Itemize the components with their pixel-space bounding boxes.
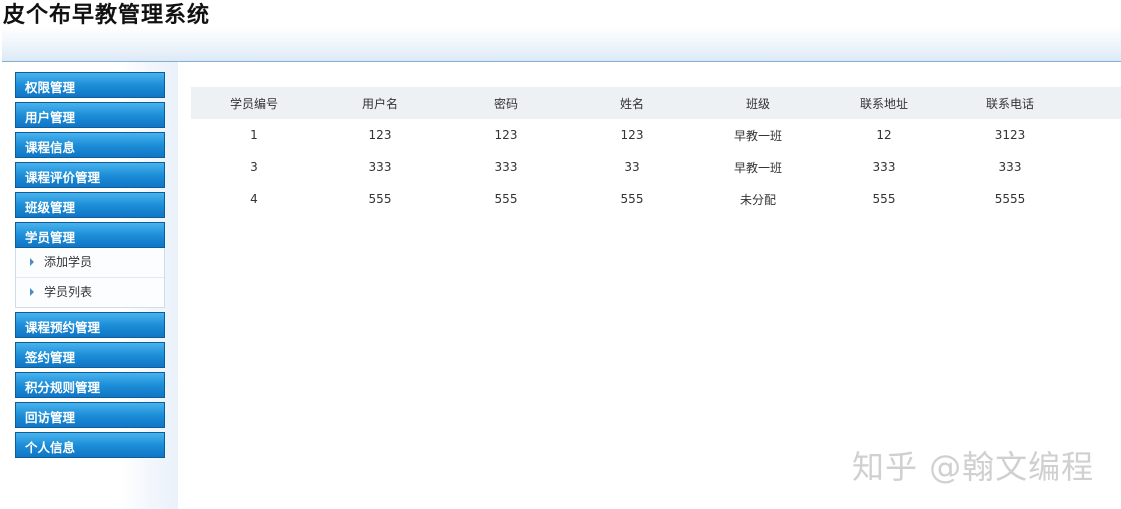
menu-course-review-management[interactable]: 课程评价管理: [15, 162, 165, 188]
cell-password: 333: [494, 160, 518, 174]
cell-class: 早教一班: [733, 128, 782, 143]
cell-address: 12: [876, 128, 892, 142]
cell-phone: 5555: [994, 192, 1026, 206]
column-header-spacer: [1073, 87, 1121, 119]
cell-address: 555: [872, 192, 896, 206]
cell-password: 555: [494, 192, 518, 206]
student-submenu: 添加学员 学员列表: [15, 248, 165, 308]
sidebar-menu: 权限管理 用户管理 课程信息 课程评价管理 班级管理 学员管理 添加学员 学员列…: [15, 72, 165, 462]
cell-name: 123: [620, 128, 644, 142]
header-band: [2, 26, 1121, 62]
table-row: 4 555 555 555 未分配 555 5555: [191, 183, 1121, 215]
menu-points-rules-management[interactable]: 积分规则管理: [15, 372, 165, 398]
caret-right-icon: [30, 257, 34, 266]
student-table-container: 学员编号 用户名 密码 姓名 班级 联系地址 联系电话 1 123 123 12…: [191, 87, 1121, 215]
submenu-add-student[interactable]: 添加学员: [16, 248, 164, 277]
cell-name: 555: [620, 192, 644, 206]
cell-class: 早教一班: [733, 160, 782, 175]
menu-contract-management[interactable]: 签约管理: [15, 342, 165, 368]
submenu-student-list[interactable]: 学员列表: [16, 277, 164, 307]
table-row: 3 333 333 33 早教一班 333 333: [191, 151, 1121, 183]
cell-student-id: 4: [250, 192, 258, 206]
cell-student-id: 1: [250, 128, 258, 142]
column-header-phone: 联系电话: [985, 96, 1034, 111]
menu-class-management[interactable]: 班级管理: [15, 192, 165, 218]
menu-follow-up-management[interactable]: 回访管理: [15, 402, 165, 428]
cell-spacer: [1073, 151, 1121, 183]
cell-phone: 333: [998, 160, 1022, 174]
caret-right-icon: [30, 287, 34, 296]
cell-name: 33: [624, 160, 640, 174]
menu-personal-info[interactable]: 个人信息: [15, 432, 165, 458]
menu-user-management[interactable]: 用户管理: [15, 102, 165, 128]
menu-course-booking-management[interactable]: 课程预约管理: [15, 312, 165, 338]
column-header-password: 密码: [493, 96, 518, 111]
submenu-label: 学员列表: [44, 285, 93, 299]
submenu-label: 添加学员: [44, 255, 93, 269]
column-header-class: 班级: [745, 96, 770, 111]
cell-username: 123: [368, 128, 392, 142]
column-header-username: 用户名: [361, 96, 398, 111]
column-header-address: 联系地址: [859, 96, 908, 111]
menu-permission-management[interactable]: 权限管理: [15, 72, 165, 98]
table-row: 1 123 123 123 早教一班 12 3123: [191, 119, 1121, 151]
column-header-student-id: 学员编号: [229, 96, 278, 111]
table-header-row: 学员编号 用户名 密码 姓名 班级 联系地址 联系电话: [191, 87, 1121, 119]
cell-address: 333: [872, 160, 896, 174]
cell-spacer: [1073, 119, 1121, 151]
cell-password: 123: [494, 128, 518, 142]
cell-username: 333: [368, 160, 392, 174]
cell-student-id: 3: [250, 160, 258, 174]
cell-spacer: [1073, 183, 1121, 215]
cell-class: 未分配: [739, 192, 776, 207]
cell-phone: 3123: [994, 128, 1026, 142]
menu-student-management[interactable]: 学员管理: [15, 222, 165, 248]
student-table: 学员编号 用户名 密码 姓名 班级 联系地址 联系电话 1 123 123 12…: [191, 87, 1121, 215]
menu-course-info[interactable]: 课程信息: [15, 132, 165, 158]
column-header-name: 姓名: [619, 96, 644, 111]
watermark-text: 知乎 @翰文编程: [852, 448, 1095, 486]
cell-username: 555: [368, 192, 392, 206]
